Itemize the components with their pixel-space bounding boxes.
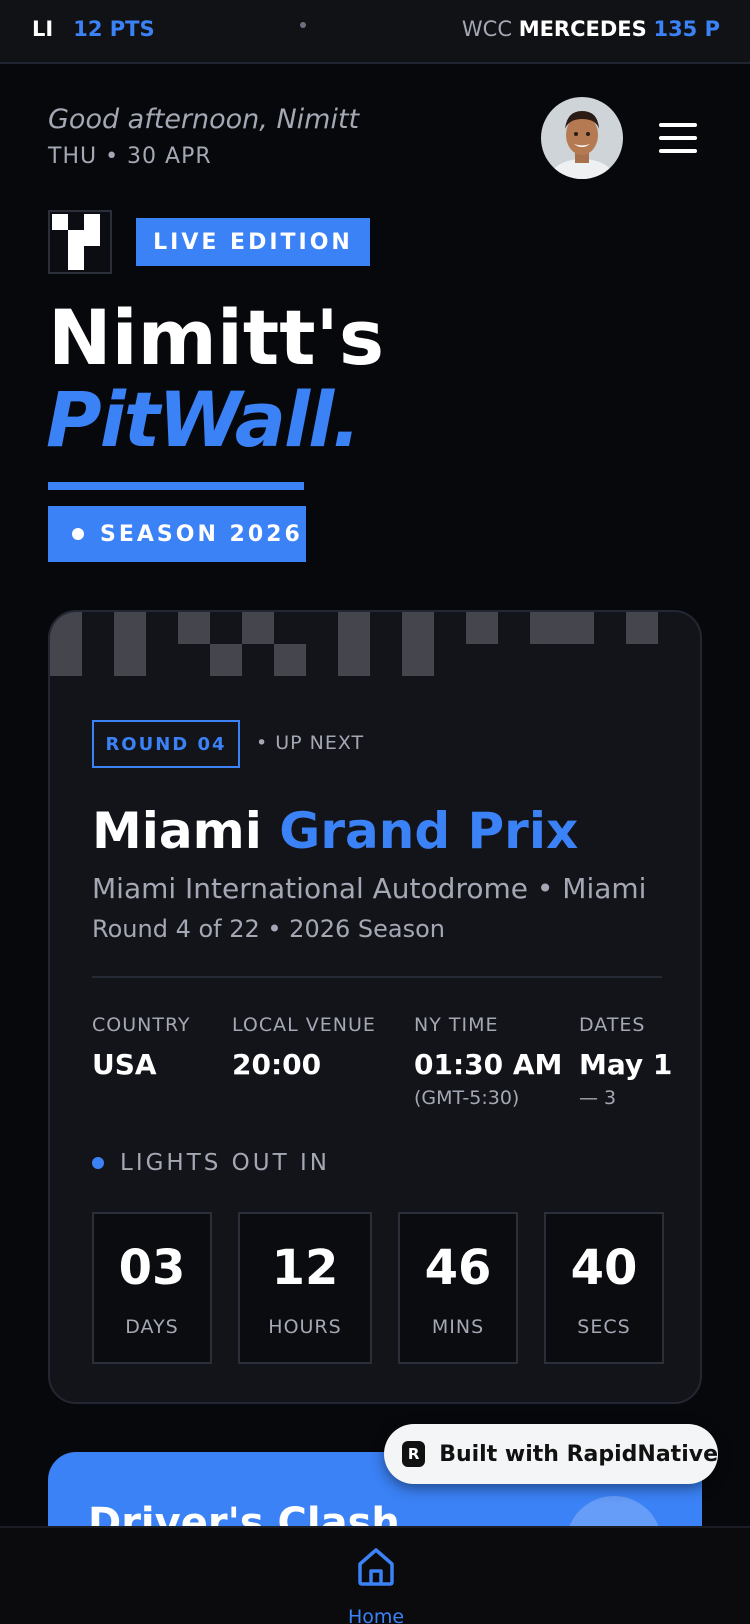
round-badge: ROUND 04 — [92, 720, 240, 768]
ticker-constructor: WCC MERCEDES 135 P — [462, 17, 720, 41]
race-round-info: Round 4 of 22 • 2026 Season — [92, 915, 445, 943]
card-divider — [92, 976, 662, 978]
nav-item-home[interactable]: Home — [340, 1542, 412, 1624]
info-label: DATES — [579, 1014, 646, 1036]
countdown-value: 46 — [424, 1240, 492, 1296]
race-name-city: Miami — [92, 802, 262, 860]
countdown-unit: MINS — [431, 1316, 485, 1338]
countdown-days: 03 DAYS — [92, 1212, 212, 1364]
info-label: LOCAL VENUE — [232, 1014, 376, 1036]
countdown-unit: DAYS — [125, 1316, 179, 1338]
info-label: NY TIME — [414, 1014, 499, 1036]
countdown-value: 12 — [271, 1240, 339, 1296]
ticker-constructor-prefix: WCC — [461, 17, 512, 41]
countdown-mins: 46 MINS — [398, 1212, 518, 1364]
season-badge: SEASON 2026 — [48, 506, 306, 562]
info-country: COUNTRY USA — [92, 1014, 191, 1081]
up-next-label: • UP NEXT — [256, 732, 365, 754]
info-value: 20:00 — [232, 1048, 322, 1081]
info-dates: DATES May 1 — 3 — [579, 1014, 672, 1109]
nav-home-label: Home — [347, 1606, 405, 1624]
page-title-brand: PitWall. — [46, 375, 361, 464]
info-sub: — 3 — [579, 1087, 617, 1109]
info-value: 01:30 AM — [414, 1048, 563, 1081]
ticker-constructor-points: 135 P — [653, 17, 720, 41]
countdown-hours: 12 HOURS — [238, 1212, 372, 1364]
countdown-value: 40 — [570, 1240, 638, 1296]
countdown-value: 03 — [118, 1240, 186, 1296]
ticker-driver-label: LI — [32, 17, 54, 41]
info-label: COUNTRY — [92, 1014, 191, 1036]
greeting-text: Good afternoon, Nimitt — [48, 104, 360, 135]
bottom-navigation: Home — [0, 1526, 750, 1624]
ticker-driver-points: 12 PTS — [73, 17, 155, 41]
info-sub: (GMT-5:30) — [414, 1087, 520, 1109]
race-venue: Miami International Autodrome • Miami — [92, 872, 647, 905]
countdown-secs: 40 SECS — [544, 1212, 664, 1364]
live-edition-badge: LIVE EDITION — [136, 218, 370, 266]
user-avatar[interactable] — [541, 97, 623, 179]
built-with-badge[interactable]: R Built with RapidNative — [384, 1424, 718, 1484]
countdown-unit: SECS — [577, 1316, 631, 1338]
countdown-unit: HOURS — [268, 1316, 342, 1338]
rapidnative-logo-icon: R — [402, 1441, 426, 1467]
lights-out-label: LIGHTS OUT IN — [120, 1150, 330, 1176]
season-label: SEASON 2026 — [100, 521, 303, 547]
next-race-card[interactable]: ROUND 04 • UP NEXT Miami Grand Prix Miam… — [48, 610, 702, 1404]
page-title-owner: Nimitt's — [48, 293, 385, 382]
built-with-label: Built with RapidNative — [439, 1441, 718, 1467]
race-name: Miami Grand Prix — [92, 802, 578, 860]
lights-out-heading: LIGHTS OUT IN — [92, 1150, 330, 1176]
ticker-driver: LI 12 PTS — [32, 17, 155, 41]
info-value: USA — [92, 1048, 157, 1081]
title-underline — [48, 482, 304, 490]
ticker-separator-dot — [300, 22, 306, 28]
season-dot-icon — [72, 528, 84, 540]
pitwall-logo-icon — [48, 210, 112, 274]
info-local-venue: LOCAL VENUE 20:00 — [232, 1014, 376, 1081]
race-name-event: Grand Prix — [279, 802, 579, 860]
home-icon — [358, 1548, 394, 1586]
hamburger-menu-icon[interactable] — [659, 123, 697, 153]
info-value: May 1 — [579, 1048, 673, 1081]
current-date: THU • 30 APR — [48, 144, 212, 169]
lights-dot-icon — [92, 1157, 104, 1169]
ticker-constructor-team: MERCEDES — [518, 17, 647, 41]
info-ny-time: NY TIME 01:30 AM (GMT-5:30) — [414, 1014, 562, 1109]
checkered-flag-pattern — [50, 612, 658, 676]
standings-ticker: LI 12 PTS WCC MERCEDES 135 P — [0, 0, 750, 64]
